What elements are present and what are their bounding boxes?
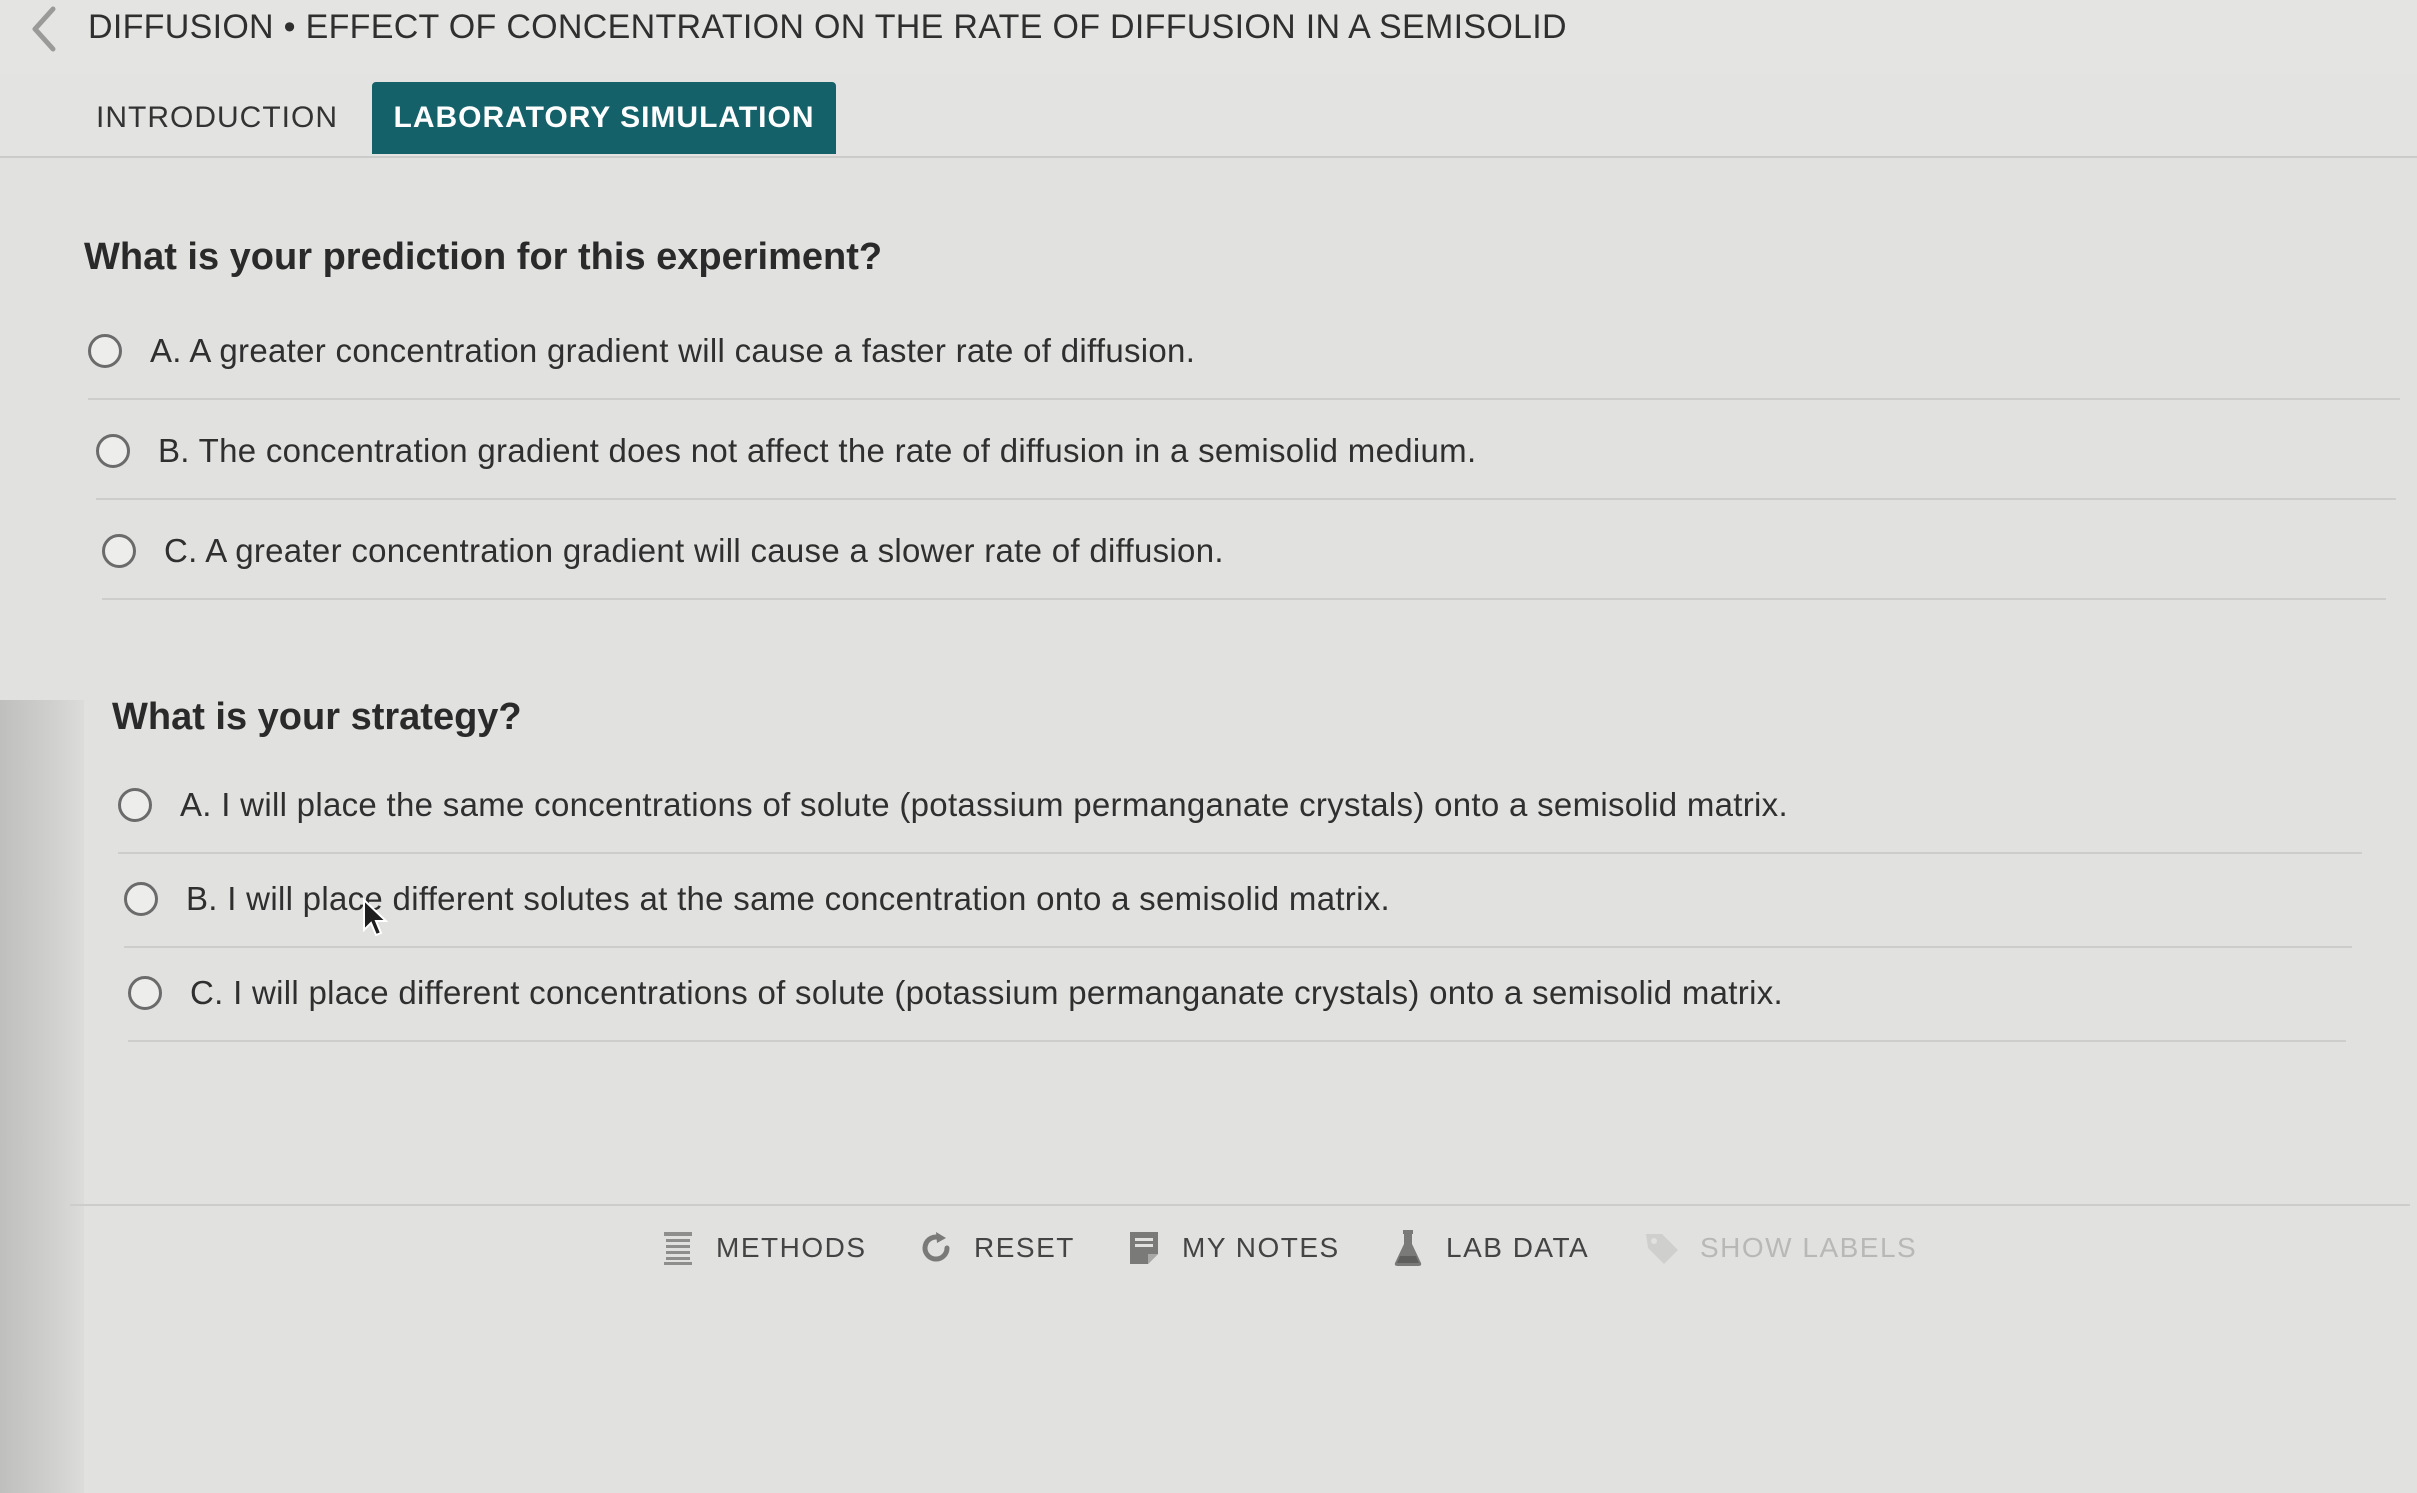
back-button[interactable]: [14, 0, 74, 58]
tab-introduction[interactable]: INTRODUCTION: [96, 82, 338, 154]
mouse-cursor-icon: [363, 898, 388, 937]
option-label: A. A greater concentration gradient will…: [150, 332, 1196, 369]
show-labels-label: SHOW LABELS: [1700, 1232, 1918, 1263]
option-label: B. The concentration gradient does not a…: [158, 432, 1477, 469]
tag-icon: [1644, 1228, 1680, 1268]
tab-laboratory-simulation[interactable]: LABORATORY SIMULATION: [372, 82, 836, 154]
option-label: C. I will place different concentrations…: [190, 974, 1783, 1011]
radio-button[interactable]: [118, 788, 152, 822]
reset-label: RESET: [974, 1232, 1075, 1263]
option-label: C. A greater concentration gradient will…: [164, 532, 1224, 569]
methods-label: METHODS: [716, 1232, 867, 1263]
prediction-option-b[interactable]: B. The concentration gradient does not a…: [96, 404, 2396, 500]
radio-button[interactable]: [96, 434, 130, 468]
flask-icon: [1390, 1228, 1426, 1268]
prediction-question: What is your prediction for this experim…: [84, 236, 883, 278]
radio-button[interactable]: [88, 334, 122, 368]
radio-button[interactable]: [124, 882, 158, 916]
my-notes-button[interactable]: MY NOTES: [1126, 1215, 1340, 1281]
chevron-left-icon: [32, 6, 56, 52]
left-edge-shadow: [0, 700, 84, 1493]
tab-bar: INTRODUCTION LABORATORY SIMULATION: [0, 74, 2417, 158]
radio-button[interactable]: [102, 534, 136, 568]
bottom-toolbar: METHODS RESET MY NOTES LAB DATA SHOW LAB…: [0, 1215, 2417, 1281]
prediction-option-c[interactable]: C. A greater concentration gradient will…: [102, 504, 2386, 600]
lab-data-label: LAB DATA: [1446, 1232, 1590, 1263]
methods-button[interactable]: METHODS: [660, 1215, 867, 1281]
option-label: A. I will place the same concentrations …: [180, 786, 1788, 823]
list-icon: [660, 1228, 696, 1268]
strategy-option-b[interactable]: B. I will place different solutes at the…: [124, 852, 2352, 948]
strategy-option-c[interactable]: C. I will place different concentrations…: [128, 946, 2346, 1042]
radio-button[interactable]: [128, 976, 162, 1010]
prediction-option-a[interactable]: A. A greater concentration gradient will…: [88, 304, 2400, 400]
header-bar: DIFFUSION • EFFECT OF CONCENTRATION ON T…: [0, 0, 2417, 76]
my-notes-label: MY NOTES: [1182, 1232, 1340, 1263]
show-labels-button[interactable]: SHOW LABELS: [1644, 1215, 1917, 1281]
notes-icon: [1126, 1228, 1162, 1268]
strategy-question: What is your strategy?: [112, 696, 522, 738]
lab-data-button[interactable]: LAB DATA: [1390, 1215, 1589, 1281]
reset-icon: [918, 1228, 954, 1268]
strategy-option-a[interactable]: A. I will place the same concentrations …: [118, 758, 2362, 854]
page-title: DIFFUSION • EFFECT OF CONCENTRATION ON T…: [88, 8, 1567, 46]
reset-button[interactable]: RESET: [918, 1215, 1075, 1281]
toolbar-divider: [70, 1204, 2410, 1206]
